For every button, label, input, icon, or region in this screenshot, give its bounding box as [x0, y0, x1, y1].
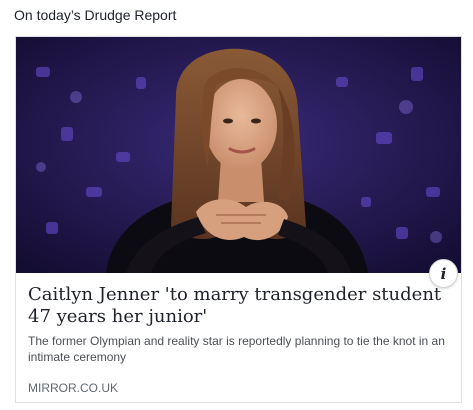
- article-image[interactable]: [16, 37, 461, 273]
- info-icon-glyph: i: [440, 264, 447, 283]
- article-source-domain: MIRROR.CO.UK: [28, 381, 118, 395]
- post-header-text: On today’s Drudge Report: [14, 7, 177, 23]
- article-headline[interactable]: Caitlyn Jenner 'to marry transgender stu…: [28, 284, 443, 328]
- link-preview-card[interactable]: i Caitlyn Jenner 'to marry transgender s…: [15, 36, 462, 403]
- article-description: The former Olympian and reality star is …: [28, 334, 445, 364]
